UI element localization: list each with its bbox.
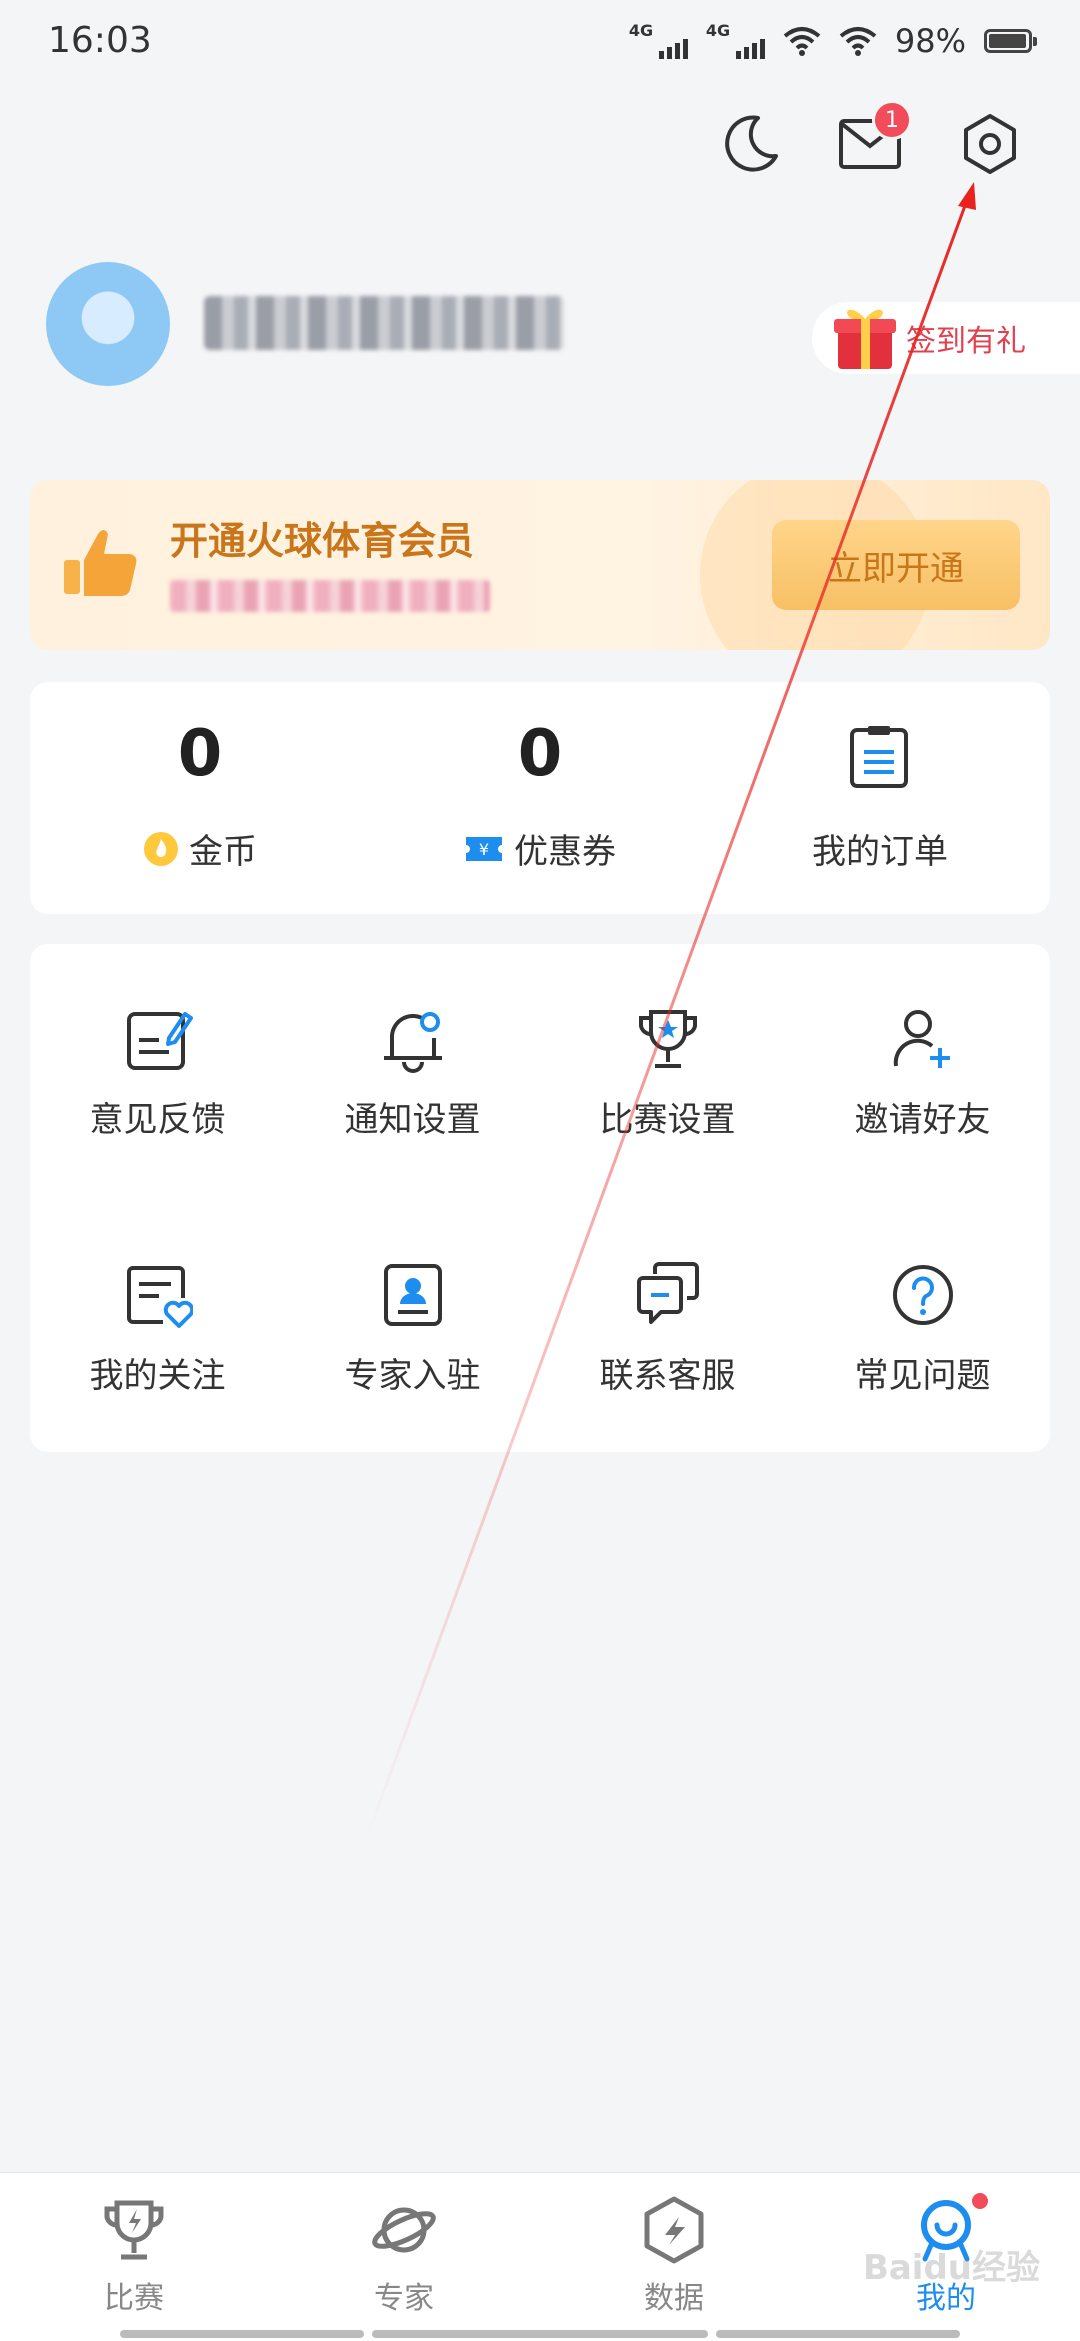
wifi-icon xyxy=(783,27,821,56)
gesture-bar-segment xyxy=(716,2330,960,2338)
coupons-stat[interactable]: 0 ¥ 优惠券 xyxy=(390,682,690,914)
orders-label: 我的订单 xyxy=(812,832,948,872)
clipboard-icon xyxy=(850,726,908,788)
moon-icon xyxy=(725,115,778,172)
svg-text:¥: ¥ xyxy=(479,840,489,859)
mail-badge: 1 xyxy=(872,100,912,140)
menu-item-label: 联系客服 xyxy=(599,1356,736,1396)
network-type-label-2: 4G xyxy=(705,21,731,40)
chat-icon xyxy=(636,1262,699,1324)
expert-badge-icon xyxy=(383,1264,442,1326)
vip-promo-card[interactable]: 开通火球体育会员 立即开通 xyxy=(30,480,1050,650)
wifi-icon-2 xyxy=(839,27,877,56)
menu-item-label: 意见反馈 xyxy=(89,1100,226,1140)
menu-item-notifications[interactable]: 通知设置 xyxy=(285,944,540,1144)
coupon-icon: ¥ xyxy=(466,836,502,861)
menu-item-label: 常见问题 xyxy=(854,1356,991,1396)
night-mode-button[interactable] xyxy=(716,110,784,178)
signin-reward-button[interactable]: 签到有礼 xyxy=(812,302,1080,374)
nav-tab-matches[interactable]: 比赛 xyxy=(34,2173,234,2341)
vip-activate-button[interactable]: 立即开通 xyxy=(772,520,1020,610)
coins-stat[interactable]: 0 金币 xyxy=(50,682,350,914)
add-user-icon xyxy=(893,1010,950,1068)
settings-icon xyxy=(964,114,1016,174)
menu-item-label: 我的关注 xyxy=(89,1356,226,1396)
nav-label: 数据 xyxy=(644,2281,704,2316)
signin-label: 签到有礼 xyxy=(906,324,1026,359)
trophy-icon xyxy=(104,2200,164,2260)
gesture-bar-segment xyxy=(372,2330,708,2338)
stats-card: 0 金币 0 ¥ 优惠券 我的订单 xyxy=(30,682,1050,914)
nav-tab-data[interactable]: 数据 xyxy=(574,2173,774,2341)
messages-button[interactable]: 1 xyxy=(836,100,912,178)
planet-icon xyxy=(372,2207,436,2253)
data-hex-icon xyxy=(644,2196,704,2264)
gesture-bar-segment xyxy=(120,2330,364,2338)
menu-grid-card: 意见反馈 通知设置 比赛设置 邀请好友 我的关注 专家入驻 联系客服 常见问题 xyxy=(30,944,1050,1452)
feedback-icon xyxy=(126,1012,193,1070)
status-icons: 4G 4G 98% xyxy=(628,21,1037,60)
menu-item-invite[interactable]: 邀请好友 xyxy=(795,944,1050,1144)
username-redacted[interactable] xyxy=(204,296,564,350)
menu-item-match-settings[interactable]: 比赛设置 xyxy=(540,944,795,1144)
coins-label: 金币 xyxy=(189,832,257,872)
avatar[interactable] xyxy=(46,262,170,386)
coupons-label: 优惠券 xyxy=(514,832,616,872)
menu-item-customer-service[interactable]: 联系客服 xyxy=(540,1200,795,1400)
menu-item-label: 比赛设置 xyxy=(599,1100,736,1140)
coupons-value: 0 xyxy=(517,717,563,791)
nav-label: 比赛 xyxy=(104,2281,164,2316)
battery-percent: 98% xyxy=(894,22,966,60)
vip-title: 开通火球体育会员 xyxy=(170,519,475,563)
menu-item-label: 专家入驻 xyxy=(344,1356,481,1396)
coin-icon xyxy=(144,831,178,866)
bell-icon xyxy=(383,1012,442,1073)
trophy-icon xyxy=(638,1010,697,1068)
menu-item-label: 邀请好友 xyxy=(854,1100,991,1140)
question-icon xyxy=(892,1265,953,1325)
status-time: 16:03 xyxy=(48,20,152,61)
gift-icon xyxy=(832,301,898,369)
vip-subtitle-redacted xyxy=(170,580,490,612)
cellular-signal-icon-2: 4G xyxy=(705,21,765,59)
menu-item-label: 通知设置 xyxy=(344,1100,481,1140)
vip-thumbs-up-icon xyxy=(58,520,144,606)
nav-tab-experts[interactable]: 专家 xyxy=(304,2173,504,2341)
nav-notification-dot xyxy=(970,2191,990,2211)
menu-item-following[interactable]: 我的关注 xyxy=(30,1200,285,1400)
nav-label: 专家 xyxy=(374,2281,434,2316)
network-type-label: 4G xyxy=(628,21,654,40)
orders-stat[interactable]: 我的订单 xyxy=(730,682,1030,914)
settings-button[interactable] xyxy=(956,110,1024,178)
menu-item-feedback[interactable]: 意见反馈 xyxy=(30,944,285,1144)
coins-value: 0 xyxy=(177,717,223,791)
battery-icon xyxy=(984,29,1037,53)
watermark: Baidu经验 xyxy=(862,2248,1040,2288)
cellular-signal-icon: 4G xyxy=(628,21,688,59)
menu-item-expert-join[interactable]: 专家入驻 xyxy=(285,1200,540,1400)
menu-item-faq[interactable]: 常见问题 xyxy=(795,1200,1050,1400)
follow-icon xyxy=(126,1266,193,1328)
